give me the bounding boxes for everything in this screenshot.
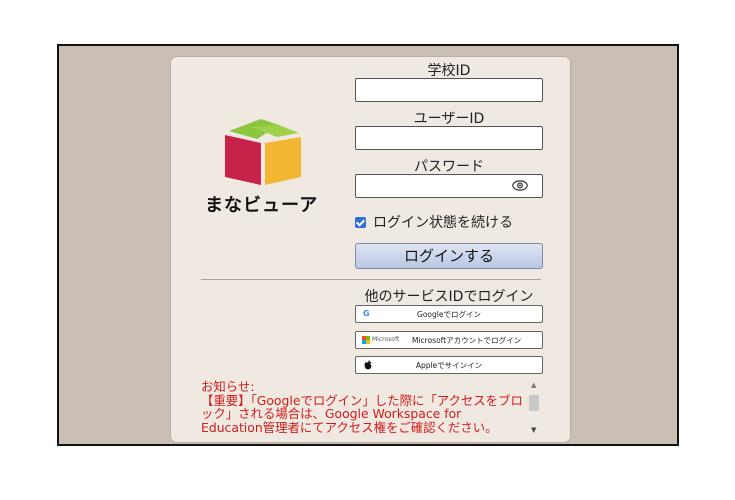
- school-id-label: 学校ID: [427, 63, 471, 79]
- scrollbar-thumb[interactable]: [529, 395, 539, 411]
- manaviewer-logo-icon: [225, 119, 301, 185]
- password-field[interactable]: [355, 174, 543, 198]
- user-id-label: ユーザーID: [413, 111, 485, 127]
- login-panel: まなビューア 学校ID ユーザーID パスワード ログイン状態を続ける ログイン…: [170, 56, 571, 443]
- password-label: パスワード: [414, 159, 484, 175]
- scroll-up-arrow-icon[interactable]: ▲: [531, 381, 536, 389]
- google-login-label: Googleでログイン: [417, 310, 481, 319]
- apple-login-label: Appleでサインイン: [415, 361, 483, 370]
- school-id-field[interactable]: [355, 78, 543, 102]
- login-button[interactable]: ログインする: [355, 243, 543, 269]
- microsoft-login-label: Microsoftアカウントでログイン: [412, 336, 522, 345]
- microsoft-wordmark: Microsoft: [372, 336, 400, 343]
- notice-scrollbar[interactable]: ▲ ▼: [528, 381, 540, 437]
- keep-logged-in-checkbox[interactable]: [355, 216, 366, 228]
- google-login-button[interactable]: G Googleでログイン: [355, 305, 543, 323]
- section-divider: [201, 279, 541, 280]
- keep-logged-in-option[interactable]: ログイン状態を続ける: [355, 212, 513, 232]
- apple-login-button[interactable]: Appleでサインイン: [355, 356, 543, 374]
- screenshot-frame: まなビューア 学校ID ユーザーID パスワード ログイン状態を続ける ログイン…: [57, 44, 679, 446]
- notice-box: お知らせ: 【重要】「Googleでログイン」した際に「アクセスをブロック」され…: [201, 380, 526, 436]
- show-password-eye-icon[interactable]: [512, 180, 528, 191]
- microsoft-login-button[interactable]: Microsoft Microsoftアカウントでログイン: [355, 331, 543, 349]
- keep-logged-in-label: ログイン状態を続ける: [373, 215, 513, 231]
- brand-name: まなビューア: [205, 195, 319, 216]
- scroll-down-arrow-icon[interactable]: ▼: [531, 426, 536, 434]
- notice-title: お知らせ:: [201, 380, 255, 394]
- other-service-login-heading: 他のサービスIDでログイン: [364, 289, 534, 305]
- user-id-field[interactable]: [355, 126, 543, 150]
- notice-body: 【重要】「Googleでログイン」した際に「アクセスをブロック」される場合は、G…: [201, 392, 523, 435]
- microsoft-logo-icon: [362, 336, 370, 344]
